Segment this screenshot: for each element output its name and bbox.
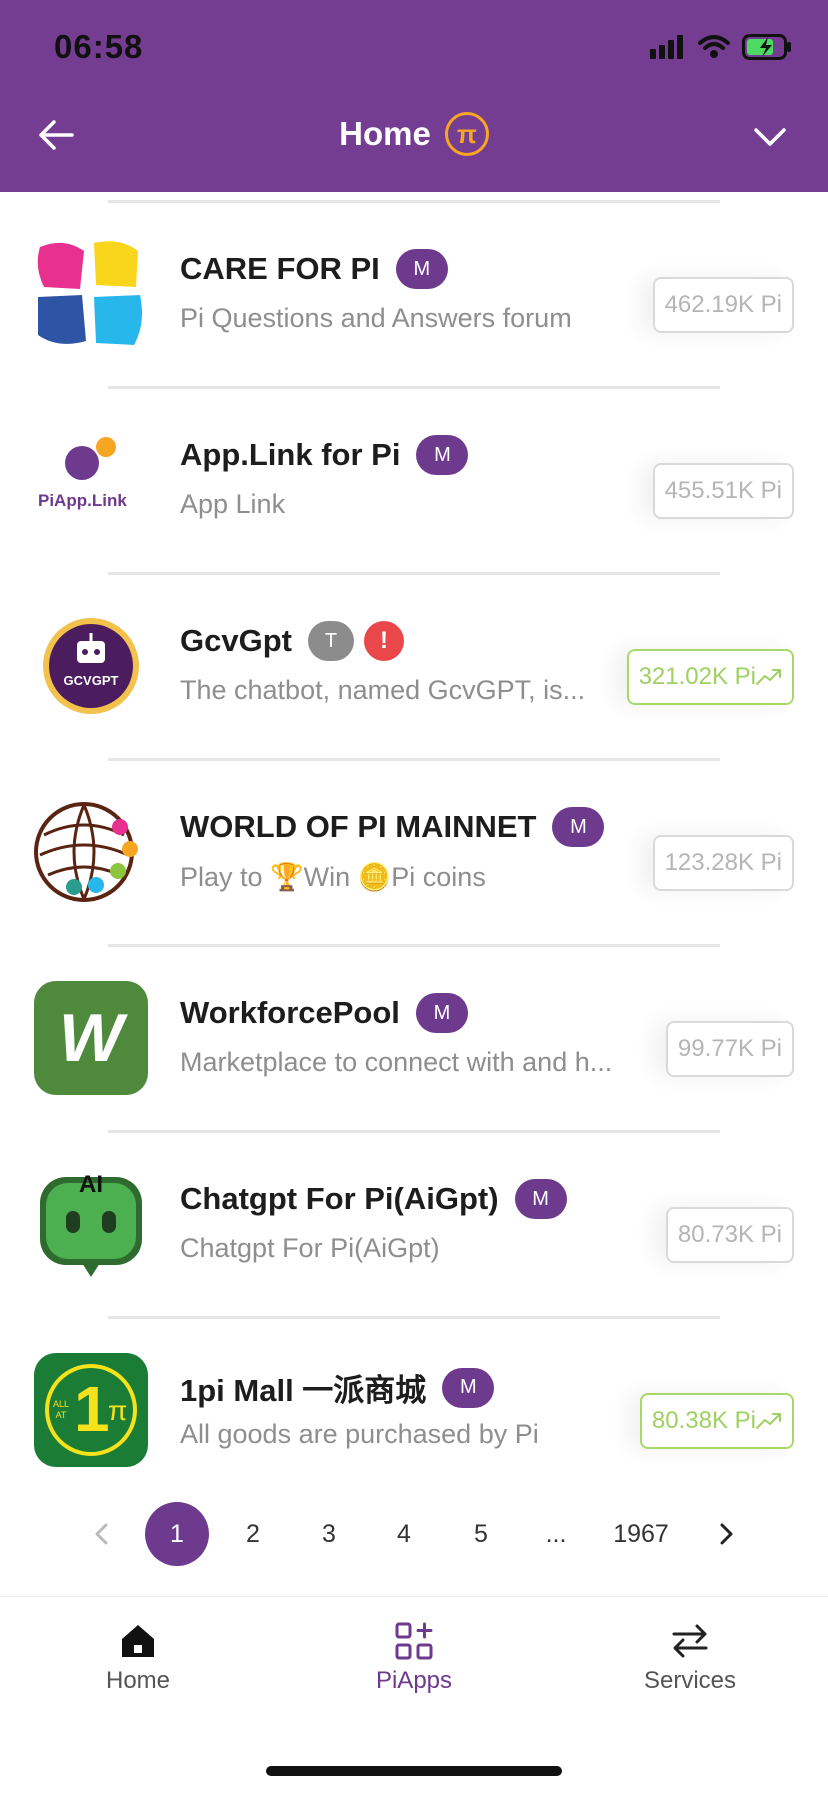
1pi-mall-logo-number: 1 [74,1373,110,1445]
stake-value: 462.19K Pi [664,291,782,318]
page-title: Home [339,115,431,152]
mainnet-badge: M [415,993,468,1033]
tab-services[interactable]: Services [600,1621,780,1695]
stake-value: 321.02K Pi [638,663,756,690]
aigpt-logo-icon: AI [34,1167,148,1281]
app-description: Pi Questions and Answers forum [180,303,572,333]
app-name: WorkforcePool [180,995,400,1030]
mainnet-badge: M [552,807,605,847]
page-last-button[interactable]: 1967 [605,1502,677,1566]
page-2-button[interactable]: 2 [233,1502,273,1566]
mainnet-badge: M [442,1367,495,1408]
stake-amount[interactable]: 80.38K Pi [639,1393,794,1449]
app-name: GcvGpt [180,623,292,658]
app-description: All goods are purchased by Pi [180,1419,539,1449]
top-header: 06:58 Home π [0,0,828,192]
testnet-badge: T [307,621,354,661]
next-page-button[interactable] [710,1502,742,1566]
world-of-pi-logo-icon [34,795,148,909]
pagination: 1 2 3 4 5 ... 1967 [0,1502,828,1566]
stake-amount[interactable]: 462.19K Pi [652,277,794,333]
app-title: WORLD OF PI MAINNET M [180,807,605,847]
stake-value: 123.28K Pi [664,849,782,876]
care-for-pi-logo-icon [34,237,148,351]
page-5-button[interactable]: 5 [461,1502,501,1566]
workforcepool-logo-icon: W [34,981,148,1095]
tab-piapps-label: PiApps [375,1667,453,1694]
trending-up-icon [756,669,781,685]
list-item[interactable]: WORLD OF PI MAINNET M Play to 🏆Win 🪙Pi c… [0,761,828,947]
app-title: Chatgpt For Pi(AiGpt) M [180,1179,567,1219]
aigpt-logo-text: AI [79,1171,103,1198]
tab-home-label: Home [105,1667,171,1694]
status-icons [650,34,792,60]
swap-arrows-icon [672,1624,708,1658]
wifi-icon [698,35,730,58]
piapp-link-logo-icon: PiApp.Link [34,423,148,537]
status-time: 06:58 [54,28,144,65]
chevron-left-icon [95,1523,108,1545]
stake-value: 455.51K Pi [664,477,782,504]
1pi-mall-logo-icon: ALL AT 1 π [34,1353,148,1467]
page-ellipsis: ... [545,1519,567,1548]
app-title: 1pi Mall 一派商城 M [180,1365,495,1410]
mainnet-badge: M [514,1179,567,1219]
list-item[interactable]: GCVGPT GcvGpt T ! The chatbot, named Gcv… [0,575,828,761]
bottom-tab-bar: Home PiApps Services [0,1596,828,1793]
gcvgpt-logo-text: GCVGPT [63,673,119,688]
1pi-mall-logo-subtext: ALL AT [52,1399,69,1420]
stake-value: 80.73K Pi [677,1221,782,1248]
stake-amount[interactable]: 99.77K Pi [665,1021,794,1077]
tab-piapps[interactable]: PiApps [324,1621,504,1695]
stake-amount[interactable]: 123.28K Pi [652,835,794,891]
app-name: WORLD OF PI MAINNET [180,809,537,844]
prev-page-button[interactable] [86,1502,118,1566]
app-description: App Link [180,489,286,519]
stake-amount[interactable]: 80.73K Pi [665,1207,794,1263]
gcvgpt-logo-icon: GCVGPT [34,609,148,723]
battery-charging-icon [742,34,791,60]
workforcepool-logo-text: W [58,1000,124,1076]
page-4-button[interactable]: 4 [384,1502,424,1566]
app-name: App.Link for Pi [180,437,401,472]
stake-value: 99.77K Pi [677,1035,782,1062]
home-icon [122,1625,154,1657]
app-title: GcvGpt T ! [180,621,404,661]
list-item[interactable]: ALL AT 1 π 1pi Mall 一派商城 M All goods are… [0,1319,828,1505]
list-item[interactable]: CARE FOR PI M Pi Questions and Answers f… [0,203,828,389]
app-title: CARE FOR PI M [180,249,448,289]
page-3-button[interactable]: 3 [309,1502,349,1566]
app-title: WorkforcePool M [180,993,468,1033]
chevron-right-icon [720,1523,733,1545]
1pi-mall-logo-pi: π [108,1395,128,1426]
app-description: The chatbot, named GcvGPT, is... [180,675,586,705]
app-name: Chatgpt For Pi(AiGpt) [180,1181,499,1216]
trending-up-icon [756,1413,781,1429]
mainnet-badge: M [416,435,469,475]
cellular-signal-icon [650,35,683,59]
app-description: Marketplace to connect with and h... [180,1047,613,1077]
list-item[interactable]: AI Chatgpt For Pi(AiGpt) M Chatgpt For P… [0,1133,828,1319]
app-name: 1pi Mall 一派商城 [180,1373,427,1408]
app-description: Play to 🏆Win 🪙Pi coins [180,862,486,892]
warning-badge: ! [363,621,404,661]
piapp-link-logo-text: PiApp.Link [38,491,127,510]
app-description: Chatgpt For Pi(AiGpt) [180,1233,440,1263]
app-name: CARE FOR PI [180,251,380,286]
page-1-button[interactable]: 1 [145,1502,209,1566]
apps-grid-icon [395,1622,433,1660]
list-item[interactable]: W WorkforcePool M Marketplace to connect… [0,947,828,1133]
chevron-down-icon[interactable] [748,114,792,158]
stake-value: 80.38K Pi [651,1407,756,1434]
tab-services-label: Services [643,1667,737,1694]
stake-amount[interactable]: 455.51K Pi [652,463,794,519]
tab-home[interactable]: Home [48,1621,228,1695]
mainnet-badge: M [395,249,448,289]
stake-amount[interactable]: 321.02K Pi [626,649,794,705]
app-title: App.Link for Pi M [180,435,469,475]
pi-coin-icon: π [444,112,489,156]
list-item[interactable]: PiApp.Link App.Link for Pi M App Link 45… [0,389,828,575]
home-indicator [266,1766,562,1776]
header-title-group: Home π [0,112,828,156]
